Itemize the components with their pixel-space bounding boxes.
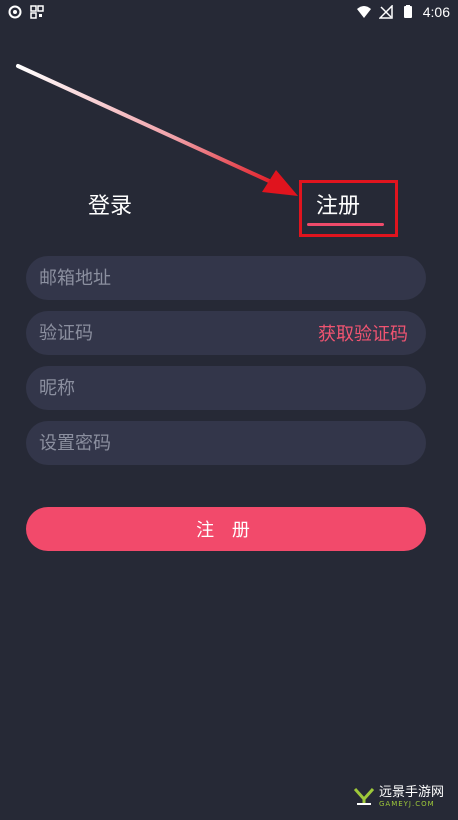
no-signal-icon — [378, 5, 393, 19]
status-left — [8, 5, 44, 19]
sync-icon — [8, 5, 22, 19]
status-right: 4:06 — [356, 4, 450, 20]
active-tab-underline — [307, 223, 384, 226]
email-field[interactable] — [39, 267, 279, 289]
register-button[interactable]: 注 册 — [26, 507, 426, 551]
tab-register[interactable]: 注册 — [316, 188, 360, 220]
password-field-container — [26, 421, 426, 465]
status-bar: 4:06 — [0, 0, 458, 24]
battery-icon — [403, 5, 412, 18]
verification-code-field[interactable] — [39, 322, 279, 344]
code-field-container: 获取验证码 — [26, 311, 426, 355]
get-code-button[interactable]: 获取验证码 — [318, 320, 408, 346]
watermark-text: 远景手游网 — [378, 785, 444, 800]
watermark-text-block: 远景手游网 GAMEYJ.COM — [378, 785, 444, 809]
watermark-subtext: GAMEYJ.COM — [378, 800, 435, 808]
watermark: 远景手游网 GAMEYJ.COM — [353, 786, 444, 808]
password-field[interactable] — [39, 432, 279, 454]
watermark-logo-icon — [353, 787, 375, 805]
nickname-field-container — [26, 366, 426, 410]
email-field-container — [26, 256, 426, 300]
nickname-field[interactable] — [39, 377, 279, 399]
qr-icon — [30, 5, 44, 19]
tab-login[interactable]: 登录 — [88, 188, 132, 220]
wifi-icon — [356, 6, 371, 18]
auth-tabs: 登录 注册 — [0, 180, 458, 240]
status-time: 4:06 — [422, 4, 450, 20]
